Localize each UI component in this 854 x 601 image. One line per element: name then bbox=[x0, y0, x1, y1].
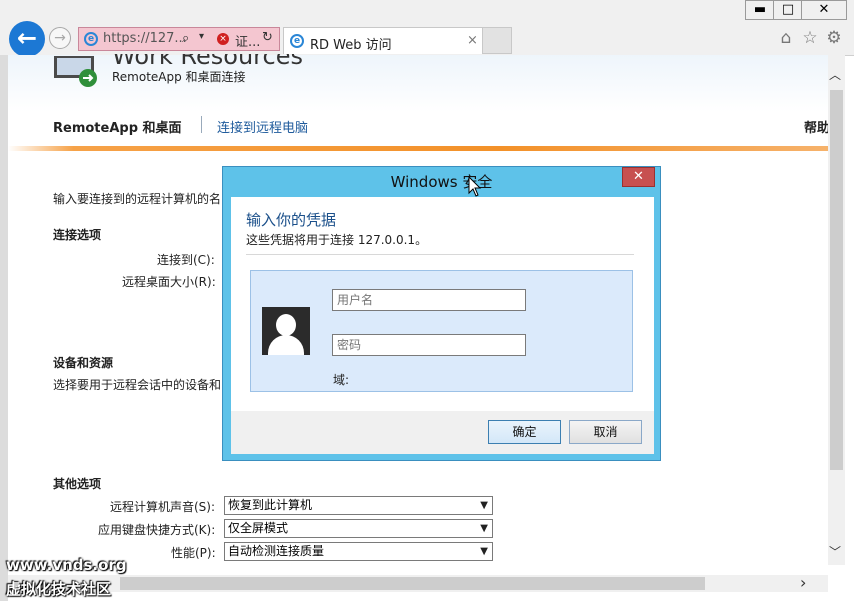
dialog-title: Windows 安全 bbox=[390, 173, 493, 191]
ie-logo-icon: e bbox=[290, 34, 304, 48]
windows-security-dialog: Windows 安全 ✕ 输入你的凭据 这些凭据将用于连接 127.0.0.1。… bbox=[222, 166, 661, 461]
devices-heading: 设备和资源 bbox=[53, 356, 114, 370]
new-tab-button[interactable] bbox=[483, 27, 512, 54]
favorites-icon[interactable]: ☆ bbox=[799, 28, 821, 48]
credential-tile: 域: bbox=[250, 270, 633, 392]
window-left-border bbox=[0, 55, 8, 601]
scroll-up-icon[interactable]: ︿ bbox=[829, 66, 841, 83]
header-accent-bar bbox=[8, 146, 828, 151]
user-avatar-icon bbox=[262, 307, 310, 355]
tab-close-icon[interactable]: × bbox=[467, 33, 478, 48]
dialog-subtitle: 这些凭据将用于连接 127.0.0.1。 bbox=[246, 233, 428, 247]
close-window-button[interactable]: ✕ bbox=[801, 0, 847, 20]
sound-label: 远程计算机声音(S): bbox=[110, 500, 216, 514]
tab-rd-web[interactable]: e RD Web 访问 × bbox=[283, 27, 483, 54]
dialog-footer: 确定 取消 bbox=[231, 411, 654, 454]
tab-title: RD Web 访问 bbox=[310, 38, 392, 53]
performance-select-value: 自动检测连接质量 bbox=[228, 544, 325, 558]
username-input[interactable] bbox=[332, 289, 526, 311]
nav-remoteapp[interactable]: RemoteApp 和桌面 bbox=[53, 117, 182, 136]
certificate-error-label[interactable]: 证... bbox=[235, 31, 260, 50]
back-button[interactable]: ← bbox=[9, 21, 45, 57]
chevron-down-icon: ▼ bbox=[480, 546, 488, 557]
sound-select-value: 恢复到此计算机 bbox=[228, 498, 313, 512]
help-link[interactable]: 帮助 bbox=[804, 117, 830, 136]
password-input[interactable] bbox=[332, 334, 526, 356]
dialog-close-button[interactable]: ✕ bbox=[622, 167, 655, 187]
certificate-error-icon[interactable]: × bbox=[217, 33, 229, 45]
cancel-button[interactable]: 取消 bbox=[569, 420, 642, 444]
dialog-heading: 输入你的凭据 bbox=[246, 211, 337, 229]
connection-options-heading: 连接选项 bbox=[53, 228, 102, 242]
other-options-heading: 其他选项 bbox=[53, 477, 102, 491]
performance-label: 性能(P): bbox=[171, 546, 216, 560]
nav-separator bbox=[201, 116, 202, 133]
watermark-url: www.vnds.org bbox=[6, 556, 127, 574]
minimize-button[interactable]: ▬ bbox=[745, 0, 775, 20]
ok-button[interactable]: 确定 bbox=[488, 420, 561, 444]
address-dropdown-icon[interactable]: ▾ bbox=[199, 31, 204, 42]
performance-select[interactable]: 自动检测连接质量 ▼ bbox=[224, 542, 493, 561]
dialog-divider bbox=[246, 254, 634, 255]
intro-text: 输入要连接到的远程计算机的名 bbox=[53, 192, 222, 206]
nav-connect-remote-pc[interactable]: 连接到远程电脑 bbox=[217, 117, 308, 136]
address-text: https://127... bbox=[103, 31, 187, 46]
connect-to-label: 连接到(C): bbox=[157, 253, 215, 267]
search-icon[interactable]: ⌕ bbox=[182, 31, 189, 46]
ie-logo-icon: e bbox=[84, 32, 98, 46]
sound-select[interactable]: 恢复到此计算机 ▼ bbox=[224, 496, 493, 515]
scroll-down-icon[interactable]: ﹀ bbox=[829, 543, 841, 560]
remote-size-label: 远程桌面大小(R): bbox=[122, 275, 216, 289]
brand-subtitle: RemoteApp 和桌面连接 bbox=[112, 70, 246, 84]
remoteapp-logo-icon bbox=[52, 56, 102, 88]
address-bar[interactable]: e https://127... ⌕ ▾ × 证... ↻ bbox=[78, 27, 280, 51]
keyboard-select[interactable]: 仅全屏模式 ▼ bbox=[224, 519, 493, 538]
chevron-down-icon: ▼ bbox=[480, 500, 488, 511]
dialog-body: 输入你的凭据 这些凭据将用于连接 127.0.0.1。 域: bbox=[231, 197, 654, 411]
watermark-name: 虚拟化技术社区 bbox=[6, 580, 112, 598]
forward-button[interactable]: → bbox=[49, 27, 71, 49]
domain-label: 域: bbox=[333, 373, 350, 387]
keyboard-select-value: 仅全屏模式 bbox=[228, 521, 289, 535]
tools-gear-icon[interactable]: ⚙ bbox=[823, 28, 845, 48]
horizontal-scroll-thumb[interactable] bbox=[120, 577, 705, 590]
vertical-scroll-thumb[interactable] bbox=[830, 90, 843, 470]
chevron-down-icon: ▼ bbox=[480, 523, 488, 534]
maximize-button[interactable]: □ bbox=[773, 0, 803, 20]
keyboard-label: 应用键盘快捷方式(K): bbox=[98, 523, 216, 537]
home-icon[interactable]: ⌂ bbox=[775, 28, 797, 48]
devices-description: 选择要用于远程会话中的设备和 bbox=[53, 378, 222, 392]
scroll-right-icon[interactable]: › bbox=[800, 573, 806, 592]
refresh-icon[interactable]: ↻ bbox=[262, 30, 273, 45]
